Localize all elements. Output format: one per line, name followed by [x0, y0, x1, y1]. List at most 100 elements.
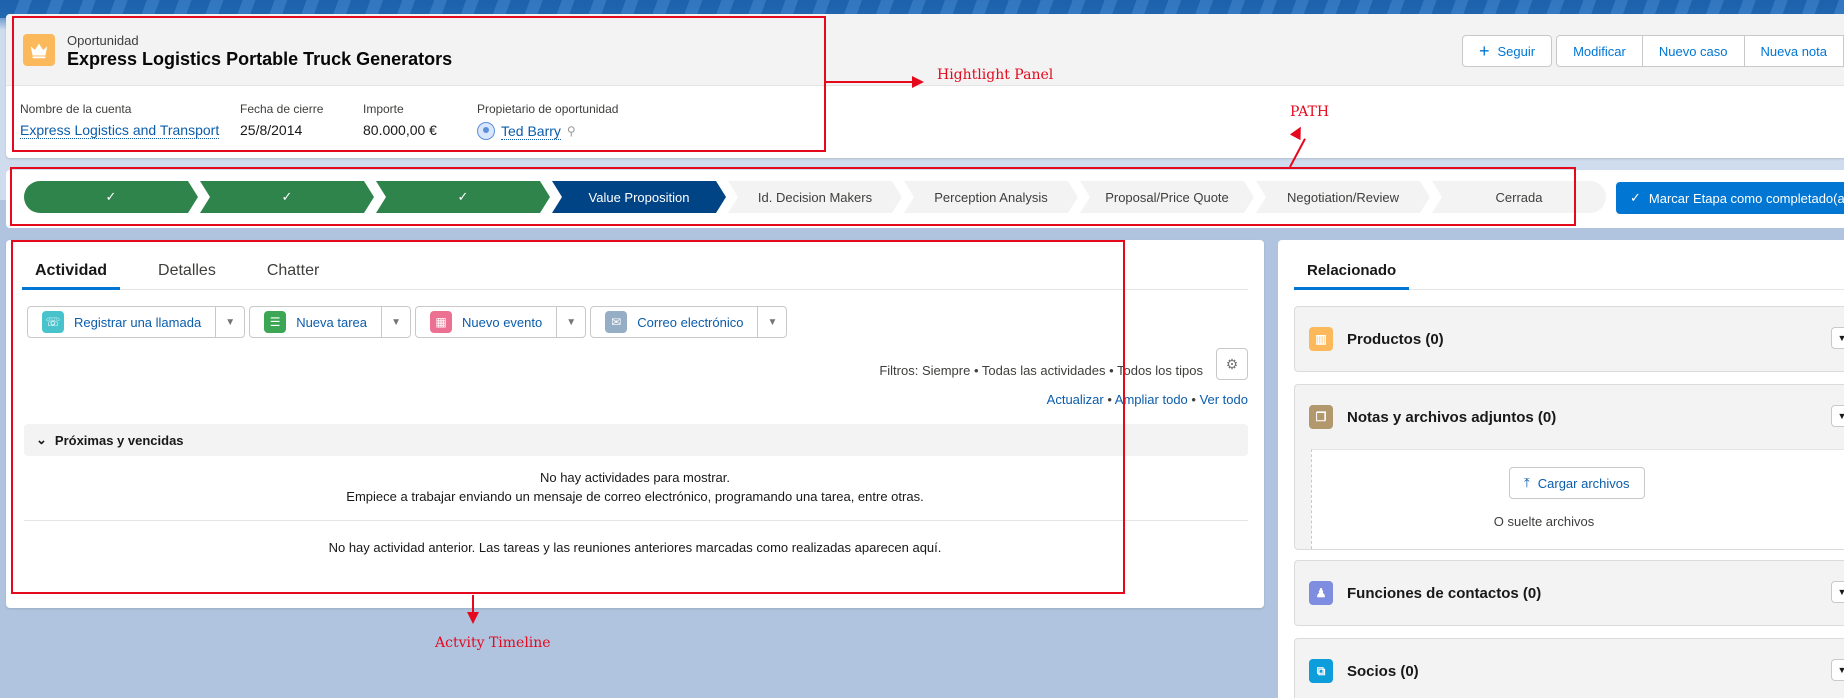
chevron-down-icon[interactable]: ▼: [758, 307, 786, 337]
highlight-panel: Oportunidad Express Logistics Portable T…: [6, 14, 1844, 158]
field-close-date: Fecha de cierre 25/8/2014: [240, 102, 323, 138]
upload-files-button[interactable]: ⤒ Cargar archivos: [1509, 467, 1645, 499]
email-button[interactable]: ✉ Correo electrónico: [591, 307, 759, 337]
related-card: Relacionado ▥ Productos (0) ▼ ❐ Notas y …: [1278, 240, 1844, 698]
section-title: Próximas y vencidas: [54, 432, 184, 448]
mark-stage-label: Marcar Etapa como completado(a): [1648, 190, 1844, 206]
timeline-links: Actualizar • Ampliar todo • Ver todo: [1046, 392, 1248, 407]
path-stage-2[interactable]: ✓: [200, 181, 374, 213]
owner-avatar: [477, 122, 495, 140]
path-stage-decision-makers[interactable]: Id. Decision Makers: [728, 181, 902, 213]
field-label: Nombre de la cuenta: [20, 102, 132, 116]
new-event-label: Nuevo evento: [462, 314, 543, 330]
log-call-label: Registrar una llamada: [74, 314, 202, 330]
annotation-label-timeline: Actvity Timeline: [435, 635, 551, 651]
related-tabs: Relacionado: [1294, 252, 1844, 290]
path-stage-proposal[interactable]: Proposal/Price Quote: [1080, 181, 1254, 213]
chevron-down-icon: ⌄: [36, 432, 47, 447]
refresh-link[interactable]: Actualizar: [1047, 392, 1104, 407]
upload-icon: ⤒: [1524, 475, 1530, 490]
divider: [24, 520, 1248, 521]
annotation-label-highlight: Hightlight Panel: [937, 67, 1054, 83]
new-event-button[interactable]: ▦ Nuevo evento: [416, 307, 558, 337]
task-list-icon: ☰: [264, 311, 287, 333]
path-stage-1[interactable]: ✓: [24, 181, 198, 213]
partners-icon: ⧉: [1309, 659, 1333, 683]
related-list-products: ▥ Productos (0) ▼: [1294, 306, 1844, 372]
record-type-label: Oportunidad: [67, 33, 139, 48]
no-past-activity-message: No hay actividad anterior. Las tareas y …: [328, 540, 942, 555]
field-owner: Propietario de oportunidad Ted Barry ⚲: [477, 102, 618, 140]
chevron-down-icon[interactable]: ▼: [1831, 327, 1844, 349]
tab-activity[interactable]: Actividad: [22, 252, 121, 290]
file-drop-zone[interactable]: ⤒ Cargar archivos O suelte archivos: [1311, 449, 1844, 549]
check-icon: ✓: [281, 189, 293, 204]
chevron-down-icon[interactable]: ▼: [1831, 405, 1844, 427]
email-label: Correo electrónico: [637, 314, 744, 330]
follow-label: Seguir: [1497, 43, 1536, 59]
activity-filters-text: Filtros: Siempre • Todas las actividades…: [879, 363, 1203, 378]
action-buttons: + Seguir Modificar Nuevo caso Nueva nota: [1462, 35, 1844, 67]
chevron-down-icon[interactable]: ▼: [1831, 659, 1844, 681]
email-publisher: ✉ Correo electrónico ▼: [590, 306, 788, 338]
check-icon: ✓: [105, 189, 117, 204]
files-icon: ❐: [1309, 405, 1333, 429]
tab-details[interactable]: Detalles: [145, 252, 229, 290]
account-link[interactable]: Express Logistics and Transport: [20, 122, 220, 139]
contact-roles-icon: ♟: [1309, 581, 1333, 605]
drop-files-text: O suelte archivos: [1493, 514, 1595, 529]
field-account-name: Nombre de la cuenta Express Logistics an…: [20, 102, 220, 139]
edit-button[interactable]: Modificar: [1556, 35, 1643, 67]
chevron-down-icon[interactable]: ▼: [557, 307, 585, 337]
change-owner-icon[interactable]: ⚲: [567, 124, 576, 138]
new-case-button[interactable]: Nuevo caso: [1642, 35, 1745, 67]
tab-related[interactable]: Relacionado: [1294, 252, 1410, 290]
field-label: Propietario de oportunidad: [477, 102, 619, 116]
gear-icon: ⚙: [1225, 355, 1239, 372]
annotation-label-path: PATH: [1290, 104, 1330, 120]
products-icon: ▥: [1309, 327, 1333, 351]
owner-link[interactable]: Ted Barry: [501, 123, 561, 140]
new-task-button[interactable]: ☰ Nueva tarea: [250, 307, 383, 337]
highlight-header: Oportunidad Express Logistics Portable T…: [6, 14, 1844, 86]
field-label: Importe: [363, 102, 404, 116]
chevron-down-icon[interactable]: ▼: [1831, 581, 1844, 603]
tab-chatter[interactable]: Chatter: [254, 252, 332, 290]
related-list-contact-roles: ♟ Funciones de contactos (0) ▼: [1294, 560, 1844, 626]
chevron-down-icon[interactable]: ▼: [382, 307, 410, 337]
empty-line-2: Empiece a trabajar enviando un mensaje d…: [346, 489, 924, 504]
related-list-title[interactable]: Notas y archivos adjuntos (0): [1347, 409, 1556, 426]
path-stage-closed[interactable]: Cerrada: [1432, 181, 1606, 213]
new-task-publisher: ☰ Nueva tarea ▼: [249, 306, 412, 338]
envelope-icon: ✉: [605, 311, 628, 333]
path-stage-value-proposition[interactable]: Value Proposition: [552, 181, 726, 213]
related-list-title[interactable]: Funciones de contactos (0): [1347, 585, 1541, 602]
log-call-publisher: ☏ Registrar una llamada ▼: [27, 306, 246, 338]
phone-icon: ☏: [42, 311, 64, 333]
calendar-icon: ▦: [430, 311, 453, 333]
activity-publishers: ☏ Registrar una llamada ▼ ☰ Nueva tarea …: [27, 306, 788, 338]
mark-stage-complete-button[interactable]: ✓ Marcar Etapa como completado(a): [1616, 182, 1844, 214]
path-stage-perception-analysis[interactable]: Perception Analysis: [904, 181, 1078, 213]
log-call-button[interactable]: ☏ Registrar una llamada: [28, 307, 217, 337]
new-event-publisher: ▦ Nuevo evento ▼: [415, 306, 587, 338]
expand-all-link[interactable]: Ampliar todo: [1115, 392, 1188, 407]
chevron-down-icon[interactable]: ▼: [216, 307, 244, 337]
view-all-link[interactable]: Ver todo: [1200, 392, 1248, 407]
new-task-label: Nueva tarea: [296, 314, 368, 330]
related-list-title[interactable]: Productos (0): [1347, 331, 1444, 348]
path-stage-3[interactable]: ✓: [376, 181, 550, 213]
follow-button[interactable]: + Seguir: [1462, 35, 1553, 67]
field-value: 80.000,00 €: [363, 122, 437, 138]
upload-label: Cargar archivos: [1537, 475, 1630, 491]
field-label: Fecha de cierre: [240, 102, 324, 116]
record-title: Express Logistics Portable Truck Generat…: [67, 49, 453, 69]
related-list-title[interactable]: Socios (0): [1347, 663, 1419, 680]
filter-settings-button[interactable]: ⚙: [1216, 348, 1248, 380]
path-stage-negotiation[interactable]: Negotiation/Review: [1256, 181, 1430, 213]
check-icon: ✓: [1630, 190, 1641, 205]
new-note-button[interactable]: Nueva nota: [1744, 35, 1844, 67]
path-bar: ✓ ✓ ✓ Value Proposition Id. Decision Mak…: [6, 170, 1844, 228]
record-tabs: Actividad Detalles Chatter: [22, 252, 1248, 290]
upcoming-overdue-section[interactable]: ⌄ Próximas y vencidas: [24, 424, 1248, 456]
